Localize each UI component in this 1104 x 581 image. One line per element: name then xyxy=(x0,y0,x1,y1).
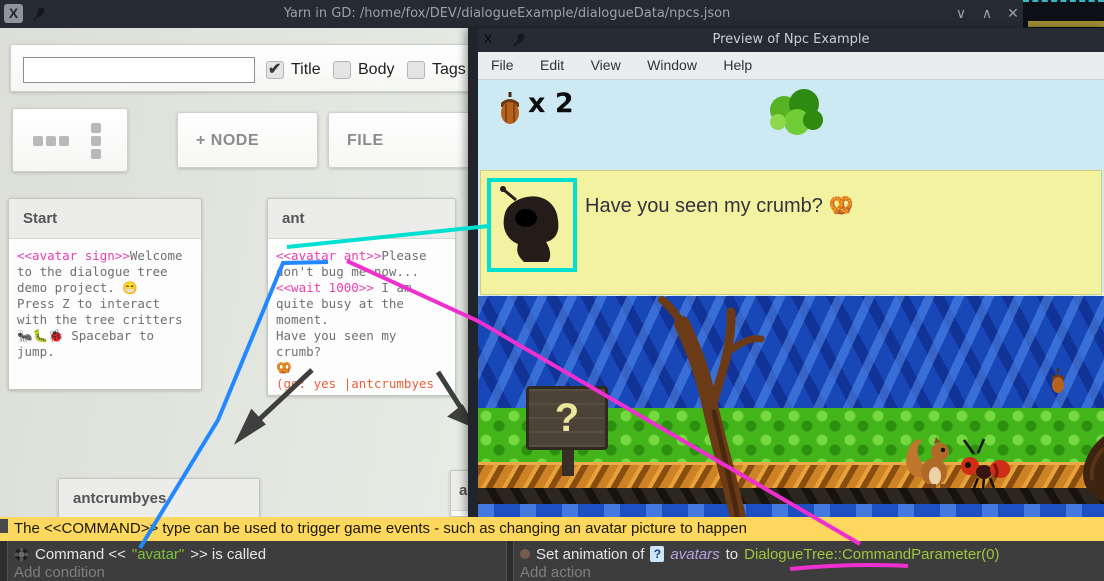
layout-direction-button[interactable] xyxy=(12,108,128,172)
npc-avatar xyxy=(492,180,574,268)
maximize-button[interactable]: ∧ xyxy=(974,0,1000,28)
event-divider xyxy=(506,541,514,581)
condition-icon xyxy=(14,547,29,562)
search-toolbar: ✔ Title ✔ Body ✔ Tags xyxy=(10,44,470,92)
ant-avatar-image xyxy=(494,182,572,266)
add-condition-link[interactable]: Add condition xyxy=(14,564,105,581)
checkmark-icon: ✔ xyxy=(268,59,281,79)
minimize-button[interactable]: ∨ xyxy=(948,0,974,28)
hud-item-count: x 2 xyxy=(528,88,574,119)
dialogue-box: Have you seen my crumb? 🥨 xyxy=(480,170,1102,295)
node-start-title: Start xyxy=(9,199,201,239)
filter-body: ✔ Body xyxy=(333,59,394,81)
hint-bar-handle xyxy=(0,519,8,533)
foliage-sprite xyxy=(764,88,826,142)
menu-window[interactable]: Window xyxy=(636,52,708,79)
filter-tags-label: Tags xyxy=(432,61,466,79)
dead-tree-sprite xyxy=(648,290,778,517)
action-value: DialogueTree::CommandParameter(0) xyxy=(744,546,999,563)
add-action-link[interactable]: Add action xyxy=(520,564,591,581)
action-text-middle: to xyxy=(726,546,739,563)
dialogue-text: Have you seen my crumb? 🥨 xyxy=(585,193,853,218)
squirrel-sprite xyxy=(902,433,952,489)
action-object: avatars xyxy=(670,546,719,563)
hanging-acorn-sprite xyxy=(1050,368,1066,394)
background-window-edge xyxy=(1023,0,1104,28)
main-titlebar[interactable]: X Yarn in GD: /home/fox/DEV/dialogueExam… xyxy=(0,0,1104,28)
hint-bar: The <<COMMAND>> type can be used to trig… xyxy=(0,517,1104,541)
window-title: Yarn in GD: /home/fox/DEV/dialogueExampl… xyxy=(0,0,1014,28)
background-window-strip xyxy=(1028,21,1104,27)
node-antcrumbyes-title: antcrumbyes xyxy=(59,479,259,519)
file-button[interactable]: FILE xyxy=(328,112,470,168)
action-row[interactable]: Set animation of ? avatars to DialogueTre… xyxy=(520,544,1000,564)
question-sign-post xyxy=(562,450,574,476)
filter-body-label: Body xyxy=(358,61,394,79)
menu-view[interactable]: View xyxy=(580,52,632,79)
add-node-button[interactable]: + NODE xyxy=(177,112,318,168)
node-ant[interactable]: ant <<avatar ant>>Please don't bug me no… xyxy=(267,198,456,396)
preview-window-title: Preview of Npc Example xyxy=(478,28,1104,52)
menu-file[interactable]: File xyxy=(480,52,525,79)
help-icon: ? xyxy=(650,546,664,562)
hint-text: The <<COMMAND>> type can be used to trig… xyxy=(14,517,747,541)
menu-edit[interactable]: Edit xyxy=(529,52,575,79)
tree-root-sprite xyxy=(1070,436,1104,506)
ant-npc-sprite xyxy=(956,438,1012,490)
node-start-body: <<avatar sign>>Welcome to the dialogue t… xyxy=(9,239,201,369)
event-sheet: Command << "avatar" >> is called Add condi… xyxy=(0,541,1104,581)
condition-param: "avatar" xyxy=(132,546,184,563)
node-start[interactable]: Start <<avatar sign>>Welcome to the dial… xyxy=(8,198,202,390)
action-text-prefix: Set animation of xyxy=(536,546,644,563)
water xyxy=(478,504,1104,517)
hud-acorn-icon xyxy=(498,91,522,125)
title-checkbox[interactable]: ✔ xyxy=(266,61,284,79)
condition-text-suffix: >> is called xyxy=(190,546,266,563)
preview-window[interactable]: Preview of Npc Example X File Edit View … xyxy=(468,28,1104,517)
node-ant-title: ant xyxy=(268,199,455,239)
app-logo-icon: X xyxy=(484,31,501,48)
event-left-strip xyxy=(0,541,8,581)
question-sign-board: ? xyxy=(526,386,608,450)
vertical-layout-icon xyxy=(91,123,101,159)
filter-title: ✔ Title xyxy=(266,59,321,81)
body-checkbox[interactable]: ✔ xyxy=(333,61,351,79)
node-ant-body: <<avatar ant>>Please don't bug me now...… xyxy=(268,239,455,396)
tags-checkbox[interactable]: ✔ xyxy=(407,61,425,79)
condition-row[interactable]: Command << "avatar" >> is called xyxy=(14,544,266,564)
pin-icon[interactable] xyxy=(512,32,526,48)
preview-window-border xyxy=(468,28,478,517)
horizontal-layout-icon xyxy=(33,136,69,146)
game-viewport: ? xyxy=(478,80,1104,517)
question-sign: ? xyxy=(526,386,610,476)
filter-title-label: Title xyxy=(291,61,321,79)
preview-menubar: File Edit View Window Help xyxy=(478,52,1104,80)
search-input[interactable] xyxy=(23,57,255,83)
preview-titlebar[interactable]: Preview of Npc Example X xyxy=(478,28,1104,52)
filter-tags: ✔ Tags xyxy=(407,59,466,81)
screen: ✔ Title ✔ Body ✔ Tags + NODE FILE Start … xyxy=(0,0,1104,581)
menu-help[interactable]: Help xyxy=(712,52,763,79)
action-icon xyxy=(520,549,530,559)
condition-text-prefix: Command << xyxy=(35,546,126,563)
